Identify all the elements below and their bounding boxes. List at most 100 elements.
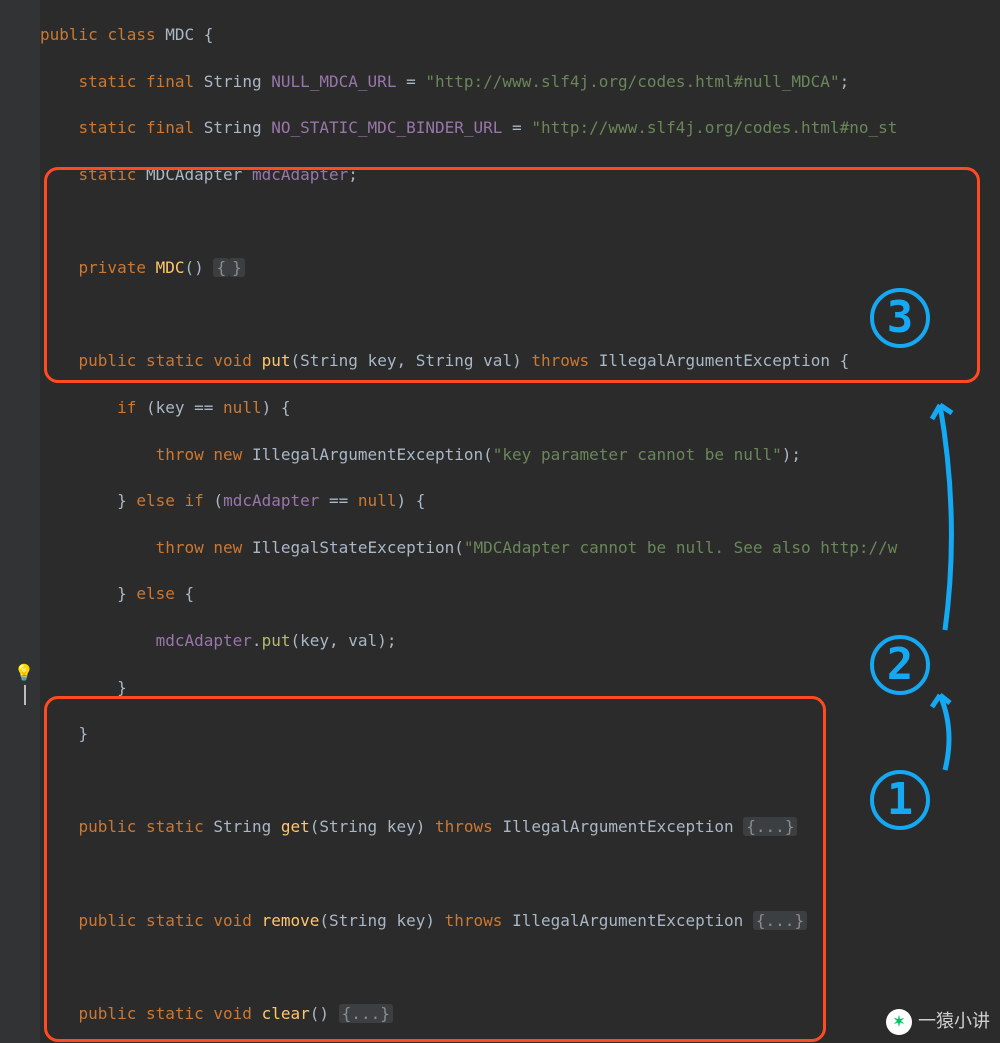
kw-null: null [223,398,262,417]
p-cm: , [329,631,348,650]
str-keynull: "key parameter cannot be null" [493,445,782,464]
kw-public: public [40,25,98,44]
str-url2: "http://www.slf4j.org/codes.html#no_st [531,118,897,137]
p-ccb: } [117,491,127,510]
fold-ccb[interactable]: } [229,258,245,277]
p-cp: ) [319,1004,329,1023]
p-op: ( [310,1004,320,1023]
kw-else: else [136,491,175,510]
type-string: String [300,351,358,370]
p-ccb: } [117,584,127,603]
type-iae: IllegalArgumentException [512,911,743,930]
type-string: String [329,911,387,930]
field-no-static: NO_STATIC_MDC_BINDER_URL [271,118,502,137]
kw-throw: throw [156,445,204,464]
wechat-icon: ✶ [886,1009,912,1035]
type-string: String [204,118,262,137]
p-cp: ) [425,911,435,930]
p-ccb: } [79,724,89,743]
param-key: key [368,351,397,370]
op-eqeq: == [185,398,224,417]
param-val: val [348,631,377,650]
kw-public: public [79,1004,137,1023]
type-iae: IllegalArgumentException [252,445,483,464]
field-mdcadapter: mdcAdapter [252,165,348,184]
p-eq: = [396,72,425,91]
kw-throws: throws [531,351,589,370]
p-cm: , [396,351,415,370]
kw-static: static [146,817,204,836]
p-eq: = [502,118,531,137]
kw-void: void [213,1004,252,1023]
kw-public: public [79,817,137,836]
param-key: key [396,911,425,930]
editor-gutter [0,0,40,1043]
type-mdcadapter: MDCAdapter [146,165,242,184]
kw-class: class [107,25,155,44]
fn-ctor: MDC [156,258,185,277]
kw-if: if [185,491,204,510]
kw-static: static [146,1004,204,1023]
p-sc: ; [840,72,850,91]
fold-region[interactable]: {...} [753,911,807,930]
watermark: ✶ 一猿小讲 [886,1009,990,1035]
field-mdcadapter: mdcAdapter [223,491,319,510]
kw-void: void [213,911,252,930]
p-ccb: } [117,678,127,697]
p-dot: . [252,631,262,650]
kw-static: static [79,118,137,137]
kw-if: if [117,398,136,417]
type-mdc: MDC [165,25,194,44]
p-op: ( [310,817,320,836]
kw-void: void [213,351,252,370]
p-op: ( [185,258,195,277]
kw-new: new [213,538,242,557]
kw-private: private [79,258,146,277]
p-cp: ) [416,817,426,836]
type-string: String [416,351,474,370]
kw-static: static [79,165,137,184]
p-cp: ) [377,631,387,650]
fold-region[interactable]: {...} [743,817,797,836]
param-key: key [156,398,185,417]
type-ise: IllegalStateException [252,538,454,557]
code-editor[interactable]: public class MDC { static final String N… [40,0,1000,1043]
edit-caret [24,685,26,705]
p-op: ( [290,351,300,370]
type-string: String [204,72,262,91]
fn-put: put [262,351,291,370]
kw-public: public [79,911,137,930]
intention-bulb-icon[interactable]: 💡 [14,661,34,684]
fold-region[interactable]: {...} [339,1004,393,1023]
p-cp: ) [262,398,272,417]
p-op: ( [454,538,464,557]
p-op: ( [213,491,223,510]
type-string: String [319,817,377,836]
p-ocb: { [416,491,426,510]
type-iae: IllegalArgumentException [599,351,830,370]
watermark-text: 一猿小讲 [918,1010,990,1033]
p-op: ( [290,631,300,650]
p-ocb: { [281,398,291,417]
kw-final: final [146,118,194,137]
p-cp: ) [194,258,204,277]
param-val: val [483,351,512,370]
p-cp: ) [396,491,406,510]
type-iae: IllegalArgumentException [502,817,733,836]
str-url1: "http://www.slf4j.org/codes.html#null_MD… [425,72,839,91]
fn-clear: clear [262,1004,310,1023]
field-mdcadapter: mdcAdapter [156,631,252,650]
p-sc: ; [348,165,358,184]
field-null-mdca: NULL_MDCA_URL [271,72,396,91]
kw-else: else [136,584,175,603]
fold-ocb[interactable]: { [213,258,229,277]
op-eqeq: == [319,491,358,510]
kw-new: new [213,445,242,464]
type-string: String [213,817,271,836]
fn-remove: remove [262,911,320,930]
p-cp: ) [512,351,522,370]
p-ocb: { [185,584,195,603]
fn-get: get [281,817,310,836]
kw-public: public [79,351,137,370]
p-op: ( [146,398,156,417]
